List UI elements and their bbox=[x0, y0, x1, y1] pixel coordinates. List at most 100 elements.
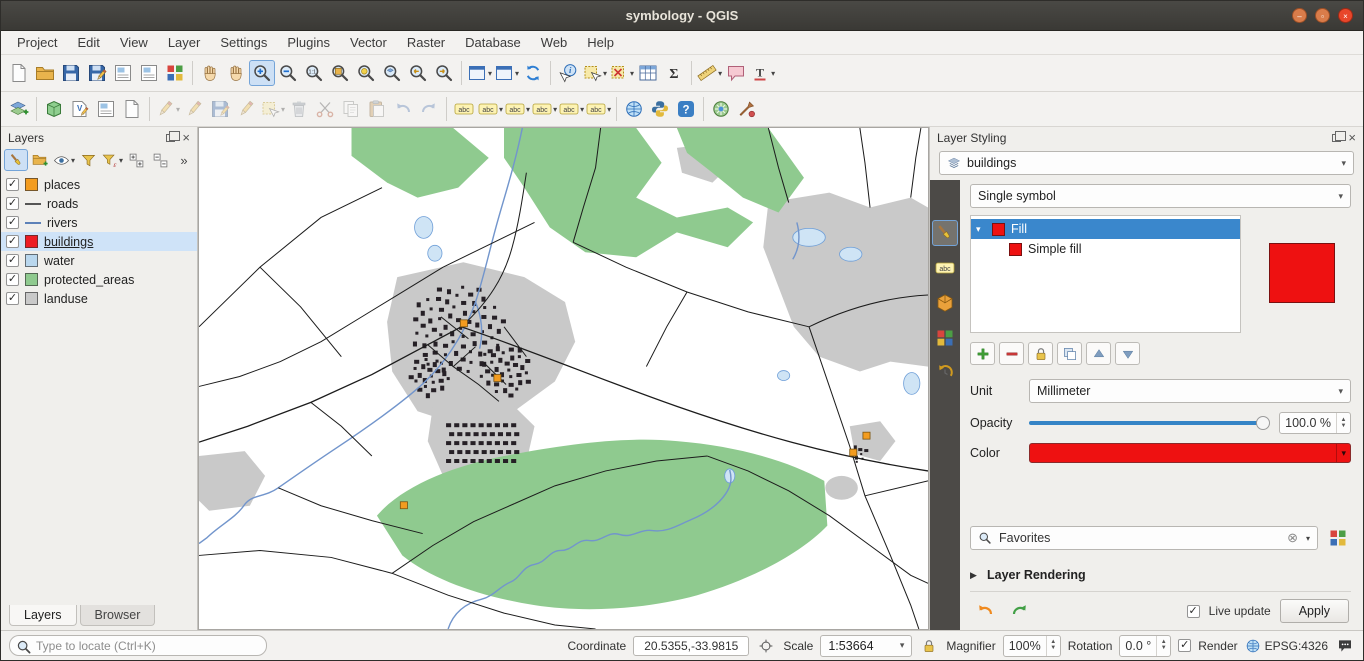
tree-item-simple-fill[interactable]: Simple fill bbox=[971, 239, 1240, 259]
save-project-icon[interactable] bbox=[58, 60, 84, 86]
history-tab-icon[interactable] bbox=[932, 360, 958, 386]
color-button[interactable]: ▾ bbox=[1029, 443, 1351, 463]
pan-to-selection-icon[interactable] bbox=[223, 60, 249, 86]
remove-symbol-layer-icon[interactable] bbox=[999, 342, 1024, 365]
expand-all-icon[interactable] bbox=[124, 149, 148, 171]
layer-visibility-checkbox[interactable]: ✓ bbox=[6, 273, 19, 286]
menu-web[interactable]: Web bbox=[531, 32, 578, 53]
add-symbol-layer-icon[interactable] bbox=[970, 342, 995, 365]
save-project-as-icon[interactable] bbox=[84, 60, 110, 86]
scale-combobox[interactable]: 1:53664 ▾ bbox=[820, 635, 912, 657]
layer-item-protected_areas[interactable]: ✓protected_areas bbox=[1, 270, 197, 289]
minimize-button[interactable]: – bbox=[1292, 8, 1307, 23]
open-attribute-table-icon[interactable] bbox=[635, 60, 661, 86]
renderer-selector[interactable]: Single symbol ▾ bbox=[970, 184, 1351, 208]
identify-features-icon[interactable] bbox=[555, 60, 581, 86]
layer-item-buildings[interactable]: ✓buildings bbox=[1, 232, 197, 251]
maximize-button[interactable]: ▫ bbox=[1315, 8, 1330, 23]
plugin-tool-2-icon[interactable] bbox=[734, 96, 760, 122]
expander-icon[interactable]: ▶ bbox=[970, 570, 980, 581]
menu-settings[interactable]: Settings bbox=[210, 32, 277, 53]
menu-plugins[interactable]: Plugins bbox=[277, 32, 340, 53]
zoom-native-icon[interactable] bbox=[301, 60, 327, 86]
pan-map-icon[interactable] bbox=[197, 60, 223, 86]
deselect-features-icon-caret[interactable]: ▾ bbox=[630, 69, 634, 78]
map-tips-icon[interactable] bbox=[723, 60, 749, 86]
deselect-features-icon[interactable]: ▾ bbox=[608, 60, 635, 86]
favorites-filter[interactable]: Favorites ⊗ ▾ bbox=[970, 526, 1318, 550]
mouse-extent-icon[interactable] bbox=[756, 635, 776, 657]
filter-legend-icon[interactable] bbox=[76, 149, 100, 171]
clear-icon[interactable]: ⊗ bbox=[1287, 530, 1298, 546]
float-panel-icon[interactable] bbox=[1332, 134, 1341, 142]
live-update-checkbox[interactable]: ✓ bbox=[1187, 605, 1200, 618]
collapse-all-icon[interactable] bbox=[148, 149, 172, 171]
current-edits-icon-caret[interactable]: ▾ bbox=[176, 105, 180, 114]
layer-visibility-checkbox[interactable]: ✓ bbox=[6, 254, 19, 267]
add-group-icon[interactable] bbox=[28, 149, 52, 171]
render-checkbox[interactable]: ✓ bbox=[1178, 639, 1191, 652]
menu-raster[interactable]: Raster bbox=[397, 32, 455, 53]
zoom-next-icon[interactable] bbox=[431, 60, 457, 86]
text-annotation-icon-caret[interactable]: ▾ bbox=[771, 69, 775, 78]
vertex-tool-icon-caret[interactable]: ▾ bbox=[281, 105, 285, 114]
layer-visibility-checkbox[interactable]: ✓ bbox=[6, 235, 19, 248]
labels-tab-icon[interactable] bbox=[932, 255, 958, 281]
chevron-down-icon[interactable]: ▾ bbox=[1338, 386, 1343, 397]
close-panel-icon[interactable]: × bbox=[1348, 131, 1356, 144]
zoom-to-selection-icon[interactable] bbox=[353, 60, 379, 86]
layer-visibility-checkbox[interactable]: ✓ bbox=[6, 197, 19, 210]
move-label-icon[interactable]: ▾ bbox=[558, 96, 585, 122]
layer-item-places[interactable]: ✓places bbox=[1, 175, 197, 194]
chevron-down-icon[interactable]: ▾ bbox=[1341, 158, 1346, 169]
chevron-down-icon[interactable]: ▾ bbox=[1306, 534, 1310, 543]
manage-map-themes-icon[interactable]: ▾ bbox=[52, 149, 76, 171]
new-3d-map-view-icon[interactable]: ▾ bbox=[493, 60, 520, 86]
python-console-icon[interactable] bbox=[647, 96, 673, 122]
new-3d-map-view-icon-caret[interactable]: ▾ bbox=[515, 69, 519, 78]
symbology-tab-icon[interactable] bbox=[932, 220, 958, 246]
change-label-icon[interactable]: ▾ bbox=[585, 96, 612, 122]
opacity-spinbox[interactable]: 100.0 % ▲▼ bbox=[1279, 412, 1351, 434]
open-data-source-manager-icon[interactable] bbox=[6, 96, 32, 122]
toolbar-overflow-icon[interactable]: » bbox=[172, 149, 196, 171]
menu-database[interactable]: Database bbox=[455, 32, 531, 53]
style-layer-selector[interactable]: buildings ▾ bbox=[939, 151, 1354, 175]
chevron-down-icon[interactable]: ▾ bbox=[1338, 191, 1343, 202]
measure-icon[interactable]: ▾ bbox=[696, 60, 723, 86]
apply-button[interactable]: Apply bbox=[1280, 599, 1349, 623]
plugin-tool-1-icon[interactable] bbox=[708, 96, 734, 122]
open-project-icon[interactable] bbox=[32, 60, 58, 86]
opacity-slider[interactable] bbox=[1029, 415, 1270, 431]
style-manager-button[interactable] bbox=[1325, 525, 1351, 551]
select-features-icon-caret[interactable]: ▾ bbox=[603, 69, 607, 78]
text-annotation-icon[interactable]: ▾ bbox=[749, 60, 776, 86]
open-layer-styling-icon[interactable] bbox=[4, 149, 28, 171]
zoom-full-icon[interactable] bbox=[327, 60, 353, 86]
metasearch-icon[interactable] bbox=[621, 96, 647, 122]
chevron-down-icon[interactable]: ▾ bbox=[900, 640, 905, 651]
menu-help[interactable]: Help bbox=[577, 32, 624, 53]
coordinate-display[interactable]: 20.5355,-33.9815 bbox=[633, 636, 749, 656]
new-shapefile-layer-icon[interactable] bbox=[67, 96, 93, 122]
layer-item-rivers[interactable]: ✓rivers bbox=[1, 213, 197, 232]
style-manager-icon[interactable] bbox=[162, 60, 188, 86]
zoom-out-icon[interactable] bbox=[275, 60, 301, 86]
layer-diagram-icon-caret[interactable]: ▾ bbox=[499, 105, 503, 114]
crs-status[interactable]: EPSG:4326 bbox=[1245, 638, 1328, 654]
layer-rendering-section[interactable]: ▶ Layer Rendering bbox=[970, 563, 1351, 587]
measure-icon-caret[interactable]: ▾ bbox=[718, 69, 722, 78]
view-3d-tab-icon[interactable] bbox=[932, 290, 958, 316]
filter-by-expression-icon-caret[interactable]: ▾ bbox=[119, 156, 123, 165]
layer-item-water[interactable]: ✓water bbox=[1, 251, 197, 270]
pin-labels-icon[interactable]: ▾ bbox=[504, 96, 531, 122]
help-icon[interactable] bbox=[673, 96, 699, 122]
spinner-arrows[interactable]: ▲▼ bbox=[1336, 413, 1350, 433]
layer-item-roads[interactable]: ✓roads bbox=[1, 194, 197, 213]
zoom-to-layer-icon[interactable] bbox=[379, 60, 405, 86]
menu-view[interactable]: View bbox=[110, 32, 158, 53]
style-redo-button[interactable] bbox=[1007, 598, 1033, 624]
layer-visibility-checkbox[interactable]: ✓ bbox=[6, 216, 19, 229]
spinner-arrows[interactable]: ▲▼ bbox=[1156, 636, 1170, 656]
tab-browser[interactable]: Browser bbox=[80, 605, 156, 626]
